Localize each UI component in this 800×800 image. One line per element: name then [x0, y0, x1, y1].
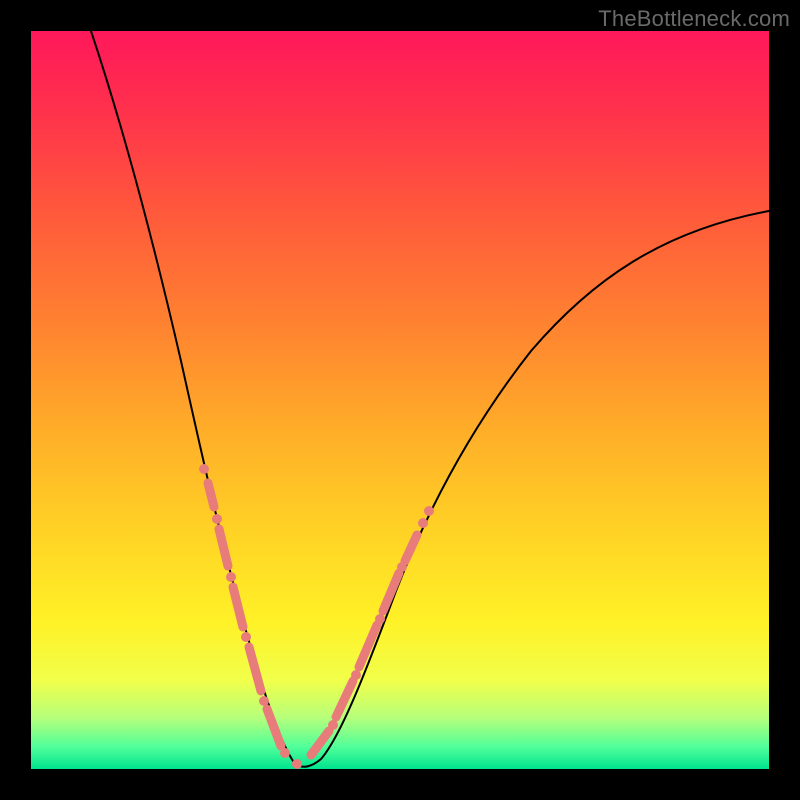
watermark-text: TheBottleneck.com [598, 6, 790, 32]
curve-layer [31, 31, 769, 769]
plot-area [31, 31, 769, 769]
chart-frame: TheBottleneck.com [0, 0, 800, 800]
overlay-dots [199, 464, 434, 769]
bottleneck-curve [91, 31, 769, 767]
